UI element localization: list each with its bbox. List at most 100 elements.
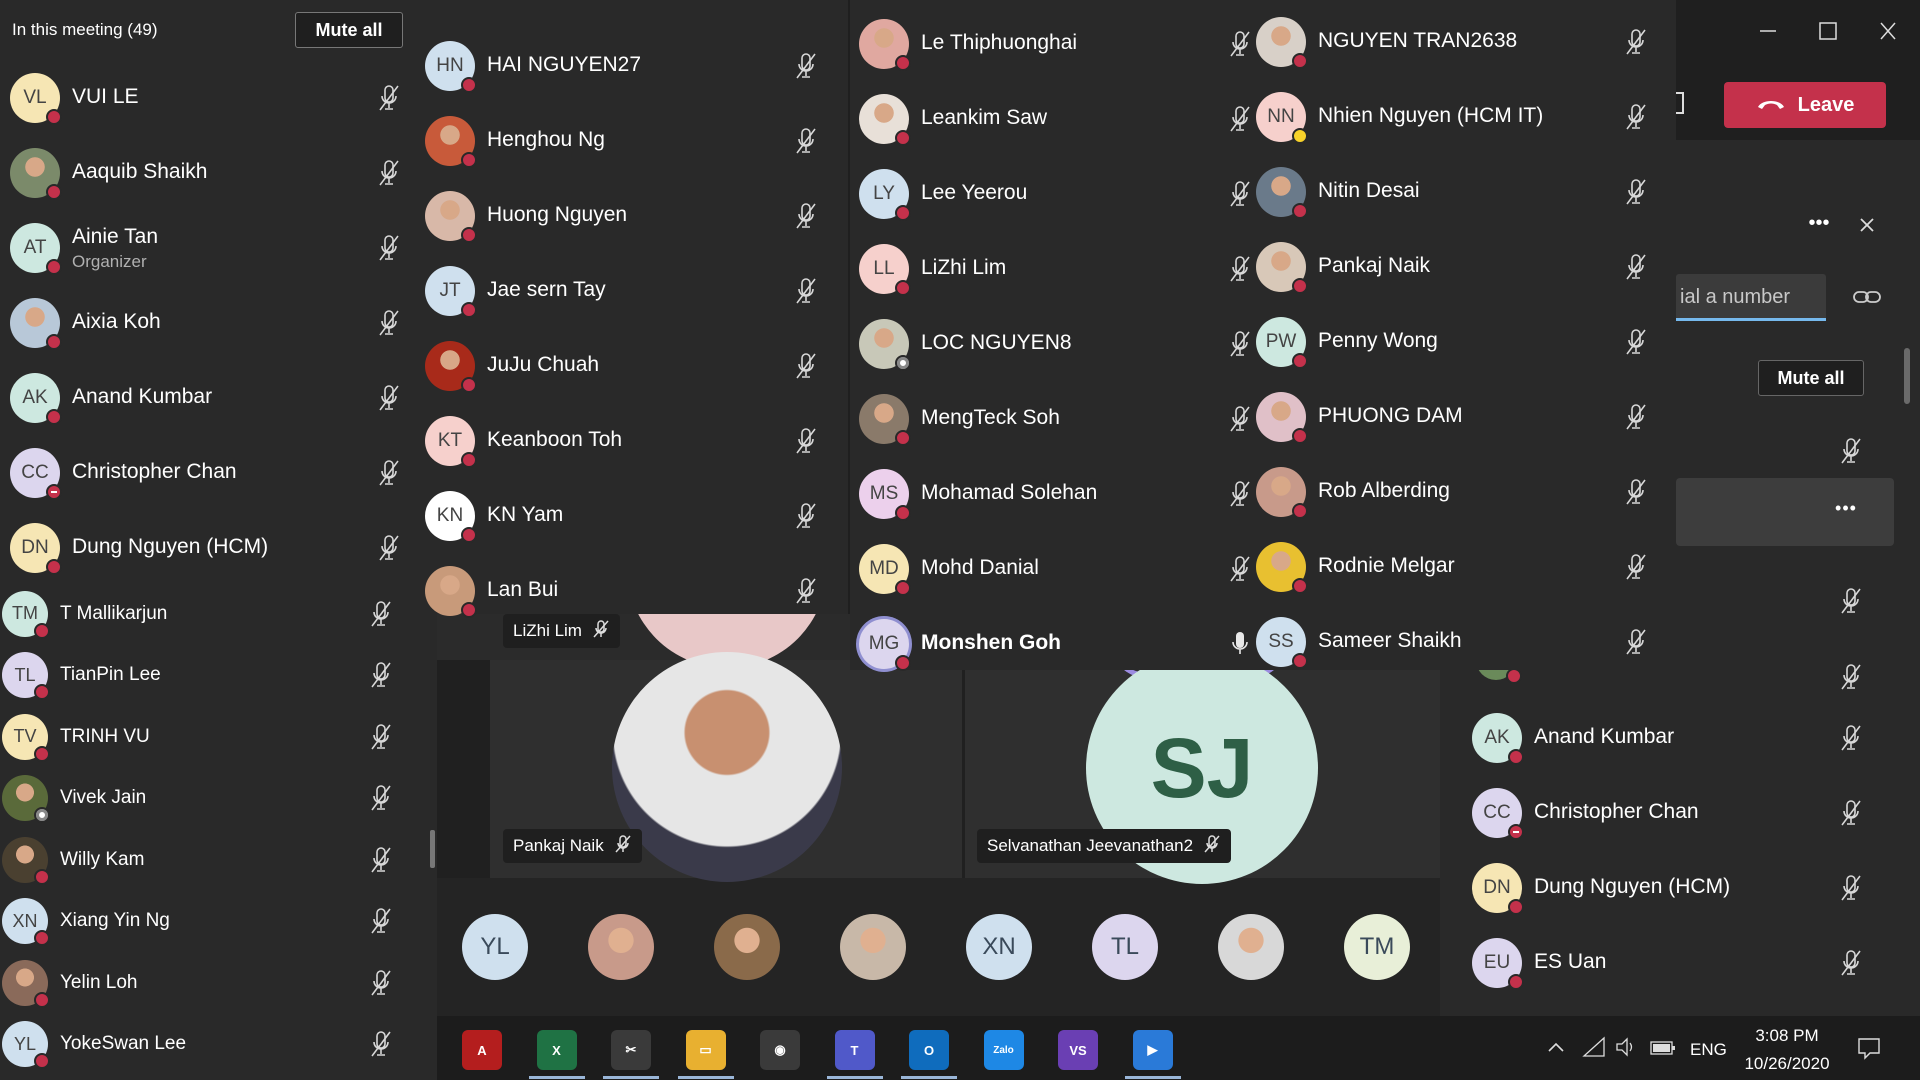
participant-row[interactable]: HN HAI NGUYEN27 [425, 28, 825, 103]
mic-off-icon[interactable] [1838, 436, 1864, 466]
mic-off-icon[interactable] [1623, 552, 1649, 582]
participant-row[interactable]: Vivek Jain [2, 768, 402, 830]
mic-off-icon[interactable] [368, 660, 394, 690]
participant-row[interactable]: PHUONG DAM [1256, 379, 1676, 454]
participant-row[interactable]: Henghou Ng [425, 103, 825, 178]
clock-time[interactable]: 3:08 PM [1754, 1026, 1820, 1046]
mic-off-icon[interactable] [793, 51, 819, 81]
mic-off-icon[interactable] [793, 351, 819, 381]
mic-off-icon[interactable] [1227, 329, 1253, 359]
mic-off-icon[interactable] [1227, 554, 1253, 584]
mic-off-icon[interactable] [793, 276, 819, 306]
participant-row[interactable]: AK Anand Kumbar [1472, 700, 1882, 775]
participant-row[interactable]: DN Dung Nguyen (HCM) [1472, 850, 1882, 925]
strip-avatar[interactable] [714, 914, 780, 980]
mic-off-icon[interactable] [368, 599, 394, 629]
participant-row[interactable]: MG Monshen Goh [859, 606, 1259, 681]
participant-row[interactable]: AT Organizer Ainie Tan [10, 210, 410, 285]
participant-row[interactable]: Nitin Desai [1256, 154, 1676, 229]
mic-off-icon[interactable] [1838, 873, 1864, 903]
participant-row[interactable]: NN Nhien Nguyen (HCM IT) [1256, 79, 1676, 154]
leave-button[interactable]: Leave [1724, 82, 1886, 128]
notification-icon[interactable] [1856, 1036, 1882, 1060]
participant-row[interactable]: SS Sameer Shaikh [1256, 604, 1676, 679]
chrome-icon[interactable]: ◉ [760, 1030, 800, 1070]
mute-all-button[interactable]: Mute all [295, 12, 403, 48]
left-scroll-handle[interactable] [430, 830, 435, 868]
participant-row[interactable]: Rodnie Melgar [1256, 529, 1676, 604]
mic-off-icon[interactable] [793, 426, 819, 456]
participant-row[interactable]: EU ES Uan [1472, 925, 1882, 1000]
strip-avatar[interactable]: TM [1344, 914, 1410, 980]
acrobat-icon[interactable]: A [462, 1030, 502, 1070]
minimize-button[interactable] [1748, 16, 1788, 46]
visual-studio-icon[interactable]: VS [1058, 1030, 1098, 1070]
strip-avatar[interactable] [1218, 914, 1284, 980]
strip-avatar[interactable]: XN [966, 914, 1032, 980]
highlight-row-more-button[interactable]: ••• [1826, 498, 1866, 522]
mic-off-icon[interactable] [1838, 723, 1864, 753]
participant-row[interactable]: Willy Kam [2, 829, 402, 891]
language-indicator[interactable]: ENG [1690, 1040, 1727, 1060]
mic-off-icon[interactable] [793, 501, 819, 531]
participant-row[interactable]: Aaquib Shaikh [10, 135, 410, 210]
mic-off-icon[interactable] [376, 158, 402, 188]
participant-row[interactable]: Lan Bui [425, 553, 825, 628]
excel-icon[interactable]: X [536, 1030, 577, 1070]
participant-row[interactable]: TL TianPin Lee [2, 645, 402, 707]
network-icon[interactable] [1582, 1036, 1606, 1058]
mic-off-icon[interactable] [1227, 104, 1253, 134]
participant-row[interactable]: MS Mohamad Solehan [859, 456, 1259, 531]
mic-off-icon[interactable] [376, 233, 402, 263]
more-options-button[interactable]: ••• [1802, 212, 1836, 236]
link-icon[interactable] [1850, 284, 1884, 310]
mic-off-icon[interactable] [376, 383, 402, 413]
mic-off-icon[interactable] [1623, 252, 1649, 282]
mic-off-icon[interactable] [1623, 27, 1649, 57]
mic-off-icon[interactable] [1623, 402, 1649, 432]
participant-row[interactable]: XN Xiang Yin Ng [2, 891, 402, 953]
mic-off-icon[interactable] [1623, 327, 1649, 357]
participant-row[interactable]: Le Thiphuonghai [859, 6, 1259, 81]
teams-icon[interactable]: T [834, 1030, 875, 1070]
participant-row[interactable]: YL YokeSwan Lee [2, 1014, 402, 1076]
participant-row[interactable]: Yelin Loh [2, 952, 402, 1014]
strip-avatar[interactable] [840, 914, 906, 980]
mic-off-icon[interactable] [1227, 254, 1253, 284]
participant-row[interactable]: TV TRINH VU [2, 706, 402, 768]
mic-off-icon[interactable] [368, 968, 394, 998]
mic-off-icon[interactable] [793, 201, 819, 231]
mic-off-icon[interactable] [368, 722, 394, 752]
participant-row[interactable]: Pankaj Naik [1256, 229, 1676, 304]
mic-off-icon[interactable] [1838, 662, 1864, 692]
participant-row[interactable]: JuJu Chuah [425, 328, 825, 403]
participant-row[interactable]: LOC NGUYEN8 [859, 306, 1259, 381]
outlook-icon[interactable]: O [909, 1030, 949, 1070]
participant-row[interactable]: LY Lee Yeerou [859, 156, 1259, 231]
dial-number-input[interactable]: ial a number [1676, 274, 1826, 320]
mic-off-icon[interactable] [368, 845, 394, 875]
explorer-icon[interactable]: ▭ [685, 1030, 726, 1070]
participant-row[interactable]: TM T Mallikarjun [2, 583, 402, 645]
participant-row[interactable]: Leankim Saw [859, 81, 1259, 156]
participant-row[interactable]: KT Keanboon Toh [425, 403, 825, 478]
mic-off-icon[interactable] [376, 533, 402, 563]
participant-row[interactable]: NGUYEN TRAN2638 [1256, 4, 1676, 79]
mic-off-icon[interactable] [793, 576, 819, 606]
strip-avatar[interactable] [588, 914, 654, 980]
participant-row[interactable]: Aixia Koh [10, 285, 410, 360]
participant-row[interactable]: DN Dung Nguyen (HCM) [10, 510, 410, 585]
mic-off-icon[interactable] [1227, 29, 1253, 59]
participant-row[interactable]: CC Christopher Chan [10, 435, 410, 510]
tray-chevron-icon[interactable] [1544, 1038, 1568, 1058]
right-mute-all-button[interactable]: Mute all [1758, 360, 1864, 396]
right-panel-scrollbar[interactable] [1904, 348, 1910, 404]
mic-off-icon[interactable] [368, 1029, 394, 1059]
strip-avatar[interactable]: YL [462, 914, 528, 980]
participant-row[interactable]: MengTeck Soh [859, 381, 1259, 456]
volume-icon[interactable] [1614, 1036, 1638, 1058]
mic-off-icon[interactable] [1227, 479, 1253, 509]
mic-off-icon[interactable] [1623, 627, 1649, 657]
mic-off-icon[interactable] [368, 906, 394, 936]
participant-row[interactable]: PW Penny Wong [1256, 304, 1676, 379]
